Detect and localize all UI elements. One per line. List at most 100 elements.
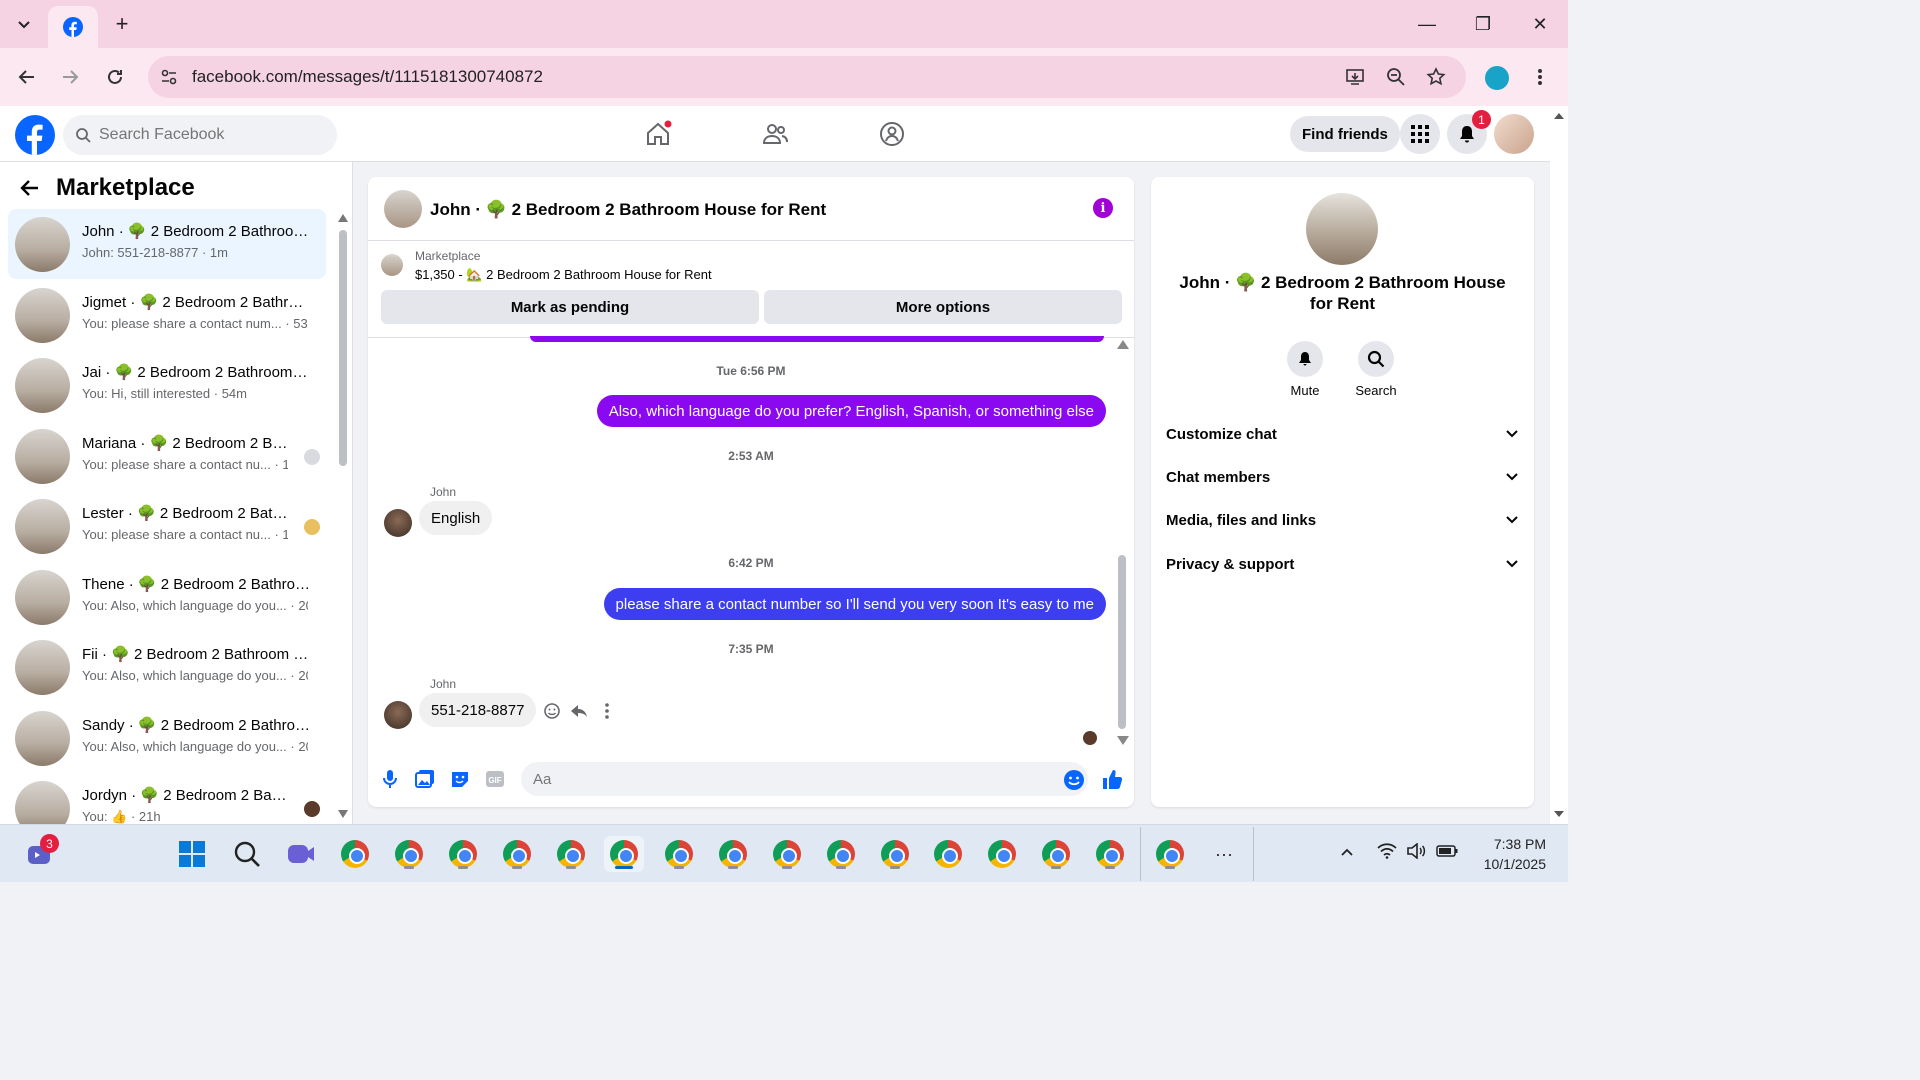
nav-friends[interactable]	[753, 112, 797, 156]
listing-price[interactable]: $1,350 - 🏡 2 Bedroom 2 Bathroom House fo…	[415, 267, 712, 283]
conversation-item[interactable]: Fii · 🌳 2 Bedroom 2 Bathroom House for R…	[8, 632, 326, 702]
chrome-profile-app[interactable]	[930, 836, 966, 872]
emoji-icon[interactable]	[1063, 769, 1085, 791]
message-input-box[interactable]	[521, 762, 1088, 796]
page-scrollbar[interactable]	[1550, 106, 1568, 824]
chrome-profile-app[interactable]	[1092, 836, 1128, 872]
chat-scroll-up-icon[interactable]	[1117, 340, 1129, 349]
chrome-profile-app[interactable]	[391, 836, 427, 872]
taskbar-search-button[interactable]	[229, 836, 265, 872]
conversation-item[interactable]: Thene · 🌳 2 Bedroom 2 Bathroom House for…	[8, 562, 326, 632]
account-avatar[interactable]	[1494, 114, 1534, 154]
outgoing-message[interactable]: please share a contact number so I'll se…	[603, 588, 1106, 620]
search-in-chat-button[interactable]	[1358, 341, 1394, 377]
sender-avatar[interactable]	[384, 509, 412, 537]
notifications-button[interactable]: 1	[1447, 110, 1491, 154]
media-files-links-row[interactable]: Media, files and links	[1166, 500, 1519, 540]
more-apps-button[interactable]: ···	[1206, 836, 1242, 872]
scroll-up-icon[interactable]	[1553, 112, 1565, 120]
conversation-item[interactable]: John · 🌳 2 Bedroom 2 Bathroom House for …	[8, 209, 326, 279]
zoom-icon[interactable]	[1386, 67, 1406, 87]
more-options-button[interactable]: More options	[764, 290, 1122, 324]
conversation-item[interactable]: Jigmet · 🌳 2 Bedroom 2 Bathroom House fo…	[8, 280, 326, 350]
back-button[interactable]	[11, 61, 43, 93]
bookmark-star-icon[interactable]	[1426, 67, 1446, 87]
chrome-profile-app[interactable]	[1152, 836, 1188, 872]
outgoing-message[interactable]: Also, which language do you prefer? Engl…	[596, 395, 1106, 427]
chat-listing-avatar[interactable]	[384, 190, 422, 228]
reply-icon[interactable]	[570, 702, 588, 720]
conversation-item[interactable]: Jordyn · 🌳 2 Bedroom 2 Bathroom House fo…	[8, 773, 326, 824]
battery-icon[interactable]	[1436, 845, 1458, 857]
voice-clip-button[interactable]	[378, 767, 402, 791]
nav-home[interactable]	[636, 112, 680, 156]
search-action[interactable]: Search	[1346, 341, 1406, 398]
mark-as-pending-button[interactable]: Mark as pending	[381, 290, 759, 324]
attach-photo-button[interactable]	[413, 767, 437, 791]
mute-button[interactable]	[1287, 341, 1323, 377]
forward-button[interactable]	[54, 61, 86, 93]
conversation-item[interactable]: Jai · 🌳 2 Bedroom 2 Bathroom House for R…	[8, 350, 326, 420]
conversation-item[interactable]: Mariana · 🌳 2 Bedroom 2 Bathroom House f…	[8, 421, 326, 491]
list-scrollbar-thumb[interactable]	[339, 230, 347, 466]
incoming-message[interactable]: English	[419, 501, 493, 535]
list-scroll-down-icon[interactable]	[338, 810, 348, 818]
meet-app[interactable]	[283, 836, 319, 872]
chrome-app[interactable]	[337, 836, 373, 872]
listing-thumbnail-small[interactable]	[381, 254, 403, 276]
new-tab-button[interactable]: +	[106, 8, 138, 40]
chrome-profile-app[interactable]	[445, 836, 481, 872]
scroll-down-icon[interactable]	[1553, 810, 1565, 818]
info-button[interactable]: i	[1093, 198, 1113, 218]
volume-icon[interactable]	[1406, 843, 1426, 859]
browser-menu-button[interactable]	[1524, 61, 1556, 93]
nav-groups[interactable]	[870, 112, 914, 156]
chat-members-row[interactable]: Chat members	[1166, 457, 1519, 497]
sender-avatar[interactable]	[384, 701, 412, 729]
facebook-logo[interactable]	[15, 115, 55, 155]
contact-listing-photo[interactable]	[1306, 193, 1378, 265]
react-emoji-icon[interactable]	[543, 702, 561, 720]
chrome-profile-app[interactable]	[823, 836, 859, 872]
menu-grid-button[interactable]	[1400, 114, 1440, 154]
back-arrow-icon[interactable]	[20, 178, 40, 198]
incoming-message[interactable]: 551-218-8877	[419, 693, 537, 727]
message-more-icon[interactable]	[604, 702, 610, 720]
start-button[interactable]	[174, 836, 210, 872]
chat-scrollbar-thumb[interactable]	[1118, 555, 1126, 729]
chrome-profile-app[interactable]	[877, 836, 913, 872]
restore-button[interactable]: ❐	[1461, 8, 1505, 40]
conversation-item[interactable]: Lester · 🌳 2 Bedroom 2 Bathroom House fo…	[8, 491, 326, 561]
facebook-search[interactable]	[63, 115, 337, 155]
chrome-profile-app[interactable]	[715, 836, 751, 872]
chrome-profile-app[interactable]	[499, 836, 535, 872]
chrome-profile-app[interactable]	[769, 836, 805, 872]
chrome-profile-app-active[interactable]	[604, 836, 644, 872]
chrome-profile-app[interactable]	[661, 836, 697, 872]
gif-button[interactable]: GIF	[483, 767, 507, 791]
install-app-icon[interactable]	[1345, 67, 1365, 87]
tab-facebook[interactable]	[48, 6, 98, 48]
chrome-profile-app[interactable]	[1038, 836, 1074, 872]
url-text[interactable]: facebook.com/messages/t/1115181300740872	[192, 67, 543, 87]
search-input[interactable]	[99, 126, 319, 144]
minimize-button[interactable]: —	[1405, 8, 1449, 40]
close-window-button[interactable]: ✕	[1518, 8, 1562, 40]
thumbs-up-icon[interactable]	[1101, 768, 1123, 790]
find-friends-button[interactable]: Find friends	[1290, 116, 1400, 152]
sticker-button[interactable]	[448, 767, 472, 791]
chat-title[interactable]: John · 🌳 2 Bedroom 2 Bathroom House for …	[430, 200, 826, 220]
system-clock[interactable]: 7:38 PM 10/1/2025	[1476, 834, 1546, 874]
address-bar[interactable]: facebook.com/messages/t/1115181300740872	[148, 56, 1466, 98]
chrome-profile-app[interactable]	[553, 836, 589, 872]
customize-chat-row[interactable]: Customize chat	[1166, 414, 1519, 454]
mute-action[interactable]: Mute	[1275, 341, 1335, 398]
chat-scroll-down-icon[interactable]	[1117, 736, 1129, 745]
tab-search-button[interactable]	[8, 8, 40, 40]
teams-app[interactable]: 3	[21, 834, 59, 872]
conversation-item[interactable]: Sandy · 🌳 2 Bedroom 2 Bathroom House for…	[8, 703, 326, 773]
privacy-support-row[interactable]: Privacy & support	[1166, 544, 1519, 584]
wifi-icon[interactable]	[1377, 843, 1397, 859]
message-input[interactable]	[533, 770, 1033, 788]
list-scroll-up-icon[interactable]	[338, 214, 348, 222]
